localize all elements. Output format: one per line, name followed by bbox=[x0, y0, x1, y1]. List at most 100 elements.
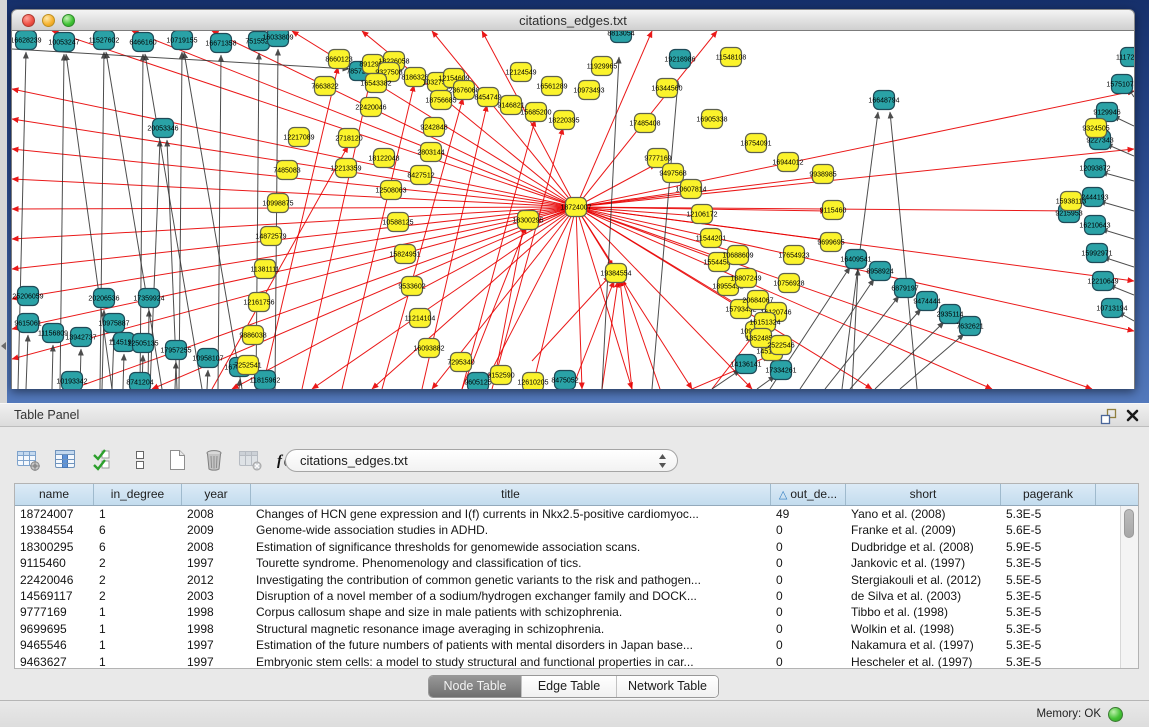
network-node-11381111[interactable]: 11381111 bbox=[250, 260, 279, 279]
citation-edge-red[interactable] bbox=[620, 280, 632, 389]
network-node-7485083[interactable]: 7485083 bbox=[273, 161, 300, 180]
citation-edge-red[interactable] bbox=[576, 207, 632, 389]
citation-edge-black[interactable] bbox=[800, 279, 874, 389]
network-node-16648794[interactable]: 16648794 bbox=[868, 91, 899, 110]
table-row[interactable]: 911546021997Tourette syndrome. Phenomeno… bbox=[15, 555, 1138, 571]
citation-edge-black[interactable] bbox=[1099, 201, 1134, 211]
network-node-19384554[interactable]: 19384554 bbox=[600, 264, 631, 283]
network-node-17485408[interactable]: 17485408 bbox=[629, 114, 660, 133]
citation-edge-red[interactable] bbox=[496, 224, 524, 371]
network-node-10958107[interactable]: 10958107 bbox=[192, 349, 223, 368]
citation-edge-black[interactable] bbox=[275, 49, 278, 389]
citation-edge-black[interactable] bbox=[850, 309, 921, 389]
citation-edge-black[interactable] bbox=[712, 370, 740, 389]
tab-node-table[interactable]: Node Table bbox=[429, 676, 522, 697]
network-node-17654923[interactable]: 17654923 bbox=[778, 246, 809, 265]
network-node-2803144[interactable]: 2803144 bbox=[417, 143, 444, 162]
network-node-7632621[interactable]: 7632621 bbox=[956, 317, 983, 336]
network-node-15992971[interactable]: 15992971 bbox=[1081, 244, 1112, 263]
network-node-15685200[interactable]: 15685200 bbox=[520, 103, 551, 122]
network-node-14872579[interactable]: 14872579 bbox=[255, 227, 286, 246]
citation-edge-red[interactable] bbox=[312, 207, 576, 389]
table-row[interactable]: 946362711997Embryonic stem cells: a mode… bbox=[15, 654, 1138, 669]
citation-edge-red[interactable] bbox=[52, 31, 576, 207]
column-header-pagerank[interactable]: pagerank bbox=[1001, 484, 1096, 505]
citation-edge-black[interactable] bbox=[123, 354, 124, 389]
network-node-11544201[interactable]: 11544201 bbox=[696, 229, 727, 248]
citation-edge-black[interactable] bbox=[890, 112, 917, 389]
network-node-9474444[interactable]: 9474444 bbox=[913, 292, 940, 311]
network-node-16409541[interactable]: 16409541 bbox=[840, 250, 871, 269]
citation-edge-black[interactable] bbox=[900, 334, 964, 389]
network-node-9938985[interactable]: 9938985 bbox=[809, 165, 836, 184]
network-node-18220395[interactable]: 18220395 bbox=[548, 111, 579, 130]
close-panel-icon[interactable] bbox=[1125, 408, 1140, 423]
network-node-12508063[interactable]: 12508063 bbox=[375, 181, 406, 200]
network-node-9242848[interactable]: 9242848 bbox=[420, 118, 447, 137]
citation-edge-black[interactable] bbox=[1101, 229, 1134, 239]
row-options-icon[interactable] bbox=[125, 446, 155, 474]
network-canvas[interactable]: 1662823910053247115276026466160107191551… bbox=[11, 31, 1135, 389]
network-node-9497568[interactable]: 9497568 bbox=[659, 164, 686, 183]
network-node-12106172[interactable]: 12106172 bbox=[686, 205, 717, 224]
network-node-17359924[interactable]: 17359924 bbox=[133, 289, 164, 308]
citation-edge-red[interactable] bbox=[212, 146, 348, 389]
column-header-name[interactable]: name bbox=[15, 484, 94, 505]
network-node-10998875[interactable]: 10998875 bbox=[262, 194, 293, 213]
citation-edge-red[interactable] bbox=[532, 276, 610, 361]
show-columns-icon[interactable] bbox=[51, 446, 81, 474]
table-row[interactable]: 977716911998Corpus callosum shape and si… bbox=[15, 604, 1138, 620]
network-node-16944012[interactable]: 16944012 bbox=[772, 153, 803, 172]
network-node-8813054[interactable]: 8813054 bbox=[607, 31, 634, 43]
citation-edge-black[interactable] bbox=[207, 370, 208, 389]
citation-edge-black[interactable] bbox=[18, 52, 26, 389]
tab-network-table[interactable]: Network Table bbox=[617, 676, 718, 697]
citation-edge-black[interactable] bbox=[52, 345, 53, 389]
network-node-19218986[interactable]: 19218986 bbox=[664, 50, 695, 69]
network-node-10973493[interactable]: 10973493 bbox=[573, 81, 604, 100]
network-node-9115460[interactable]: 9115460 bbox=[820, 201, 847, 220]
network-node-12217089[interactable]: 12217089 bbox=[283, 128, 314, 147]
table-row[interactable]: 1872400712008Changes of HCN gene express… bbox=[15, 506, 1138, 522]
table-settings-icon[interactable] bbox=[14, 446, 44, 474]
network-node-11172755[interactable]: 11172755 bbox=[1116, 48, 1134, 67]
network-node-7295340[interactable]: 7295340 bbox=[447, 353, 474, 372]
network-node-16628239[interactable]: 16628239 bbox=[12, 31, 42, 50]
network-node-6879197[interactable]: 6879197 bbox=[891, 279, 918, 298]
citation-edge-red[interactable] bbox=[12, 207, 576, 329]
column-header-short[interactable]: short bbox=[846, 484, 1001, 505]
network-window-titlebar[interactable]: citations_edges.txt bbox=[11, 9, 1135, 31]
citation-edge-black[interactable] bbox=[175, 362, 176, 389]
network-node-8660123[interactable]: 8660123 bbox=[325, 50, 352, 69]
network-node-25206059[interactable]: 25206059 bbox=[12, 287, 43, 306]
table-row[interactable]: 946554611997Estimation of the future num… bbox=[15, 637, 1138, 653]
network-node-12093872[interactable]: 12093872 bbox=[1079, 159, 1110, 178]
network-node-11548108[interactable]: 11548108 bbox=[716, 48, 747, 67]
table-row[interactable]: 2242004622012Investigating the contribut… bbox=[15, 572, 1138, 588]
citation-edge-black[interactable] bbox=[875, 322, 944, 389]
network-node-10053247[interactable]: 10053247 bbox=[48, 33, 79, 52]
column-header-title[interactable]: title bbox=[251, 484, 771, 505]
citation-edge-red[interactable] bbox=[622, 279, 660, 389]
scrollbar-thumb[interactable] bbox=[1124, 509, 1134, 538]
network-node-16093882[interactable]: 16093882 bbox=[413, 339, 444, 358]
network-node-7252541[interactable]: 7252541 bbox=[234, 356, 261, 375]
network-node-16905338[interactable]: 16905338 bbox=[696, 110, 727, 129]
select-columns-icon[interactable] bbox=[88, 446, 118, 474]
network-node-10193342[interactable]: 10193342 bbox=[56, 372, 87, 390]
citation-edge-black[interactable] bbox=[179, 52, 182, 389]
network-node-2522546[interactable]: 2522546 bbox=[767, 336, 794, 355]
delete-table-icon[interactable] bbox=[199, 446, 229, 474]
network-node-11156809[interactable]: 11156809 bbox=[38, 324, 68, 343]
panel-collapse-arrow[interactable] bbox=[1, 342, 6, 350]
citation-edge-black[interactable] bbox=[239, 379, 240, 389]
citation-edge-red[interactable] bbox=[462, 120, 535, 389]
network-node-8741204[interactable]: 8741204 bbox=[126, 373, 153, 390]
network-node-6466160[interactable]: 6466160 bbox=[129, 33, 156, 52]
column-header-out_de[interactable]: △out_de... bbox=[771, 484, 846, 505]
network-node-15824951[interactable]: 15824951 bbox=[389, 245, 420, 264]
column-header-in_degree[interactable]: in_degree bbox=[94, 484, 182, 505]
network-node-16210643[interactable]: 16210643 bbox=[1079, 216, 1110, 235]
citation-edge-red[interactable] bbox=[12, 207, 576, 239]
table-row[interactable]: 1456911722003Disruption of a novel membe… bbox=[15, 588, 1138, 604]
